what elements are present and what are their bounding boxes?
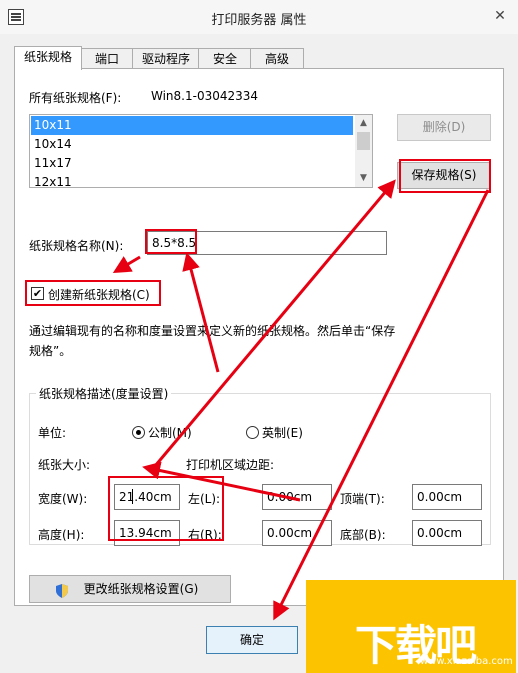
width-input[interactable]: 21.40cm bbox=[114, 484, 180, 510]
list-item[interactable]: 10x14 bbox=[31, 135, 353, 154]
create-new-checkbox[interactable]: ✔ bbox=[31, 287, 44, 300]
ok-button[interactable]: 确定 bbox=[206, 626, 298, 654]
width-label: 宽度(W): bbox=[38, 492, 88, 506]
measurements-group: 纸张规格描述(度量设置) 单位: 公制(M) 英制(E) 纸张大小: 打印机区域… bbox=[29, 385, 491, 546]
text-caret bbox=[132, 489, 133, 504]
bottom-margin-input[interactable]: 0.00cm bbox=[412, 520, 482, 546]
tab-forms[interactable]: 纸张规格 bbox=[14, 46, 82, 70]
measurements-group-label: 纸张规格描述(度量设置) bbox=[36, 385, 172, 402]
form-name-input[interactable]: 8.5*8.5 bbox=[147, 231, 387, 255]
tab-drivers[interactable]: 驱动程序 bbox=[132, 48, 200, 69]
units-label: 单位: bbox=[38, 426, 67, 440]
form-name-label: 纸张规格名称(N): bbox=[29, 239, 124, 253]
left-margin-input[interactable]: 0.00cm bbox=[262, 484, 332, 510]
top-margin-input[interactable]: 0.00cm bbox=[412, 484, 482, 510]
scroll-thumb[interactable] bbox=[357, 132, 370, 150]
tab-advanced[interactable]: 高级 bbox=[250, 48, 304, 69]
server-name: Win8.1-03042334 bbox=[151, 89, 259, 103]
change-form-settings-button[interactable]: 更改纸张规格设置(G) bbox=[29, 575, 231, 603]
watermark-url: www.xiazaiba.com bbox=[420, 656, 513, 667]
paper-size-label: 纸张大小: bbox=[38, 458, 91, 472]
height-input[interactable]: 13.94cm bbox=[114, 520, 180, 546]
save-form-button[interactable]: 保存规格(S) bbox=[397, 162, 491, 189]
forms-listbox[interactable]: 10x11 10x14 11x17 12x11 ▲ ▼ bbox=[29, 114, 373, 188]
height-label: 高度(H): bbox=[38, 528, 85, 542]
tab-ports[interactable]: 端口 bbox=[80, 48, 134, 69]
list-scrollbar[interactable]: ▲ ▼ bbox=[355, 115, 372, 187]
printer-margins-label: 打印机区域边距: bbox=[186, 458, 275, 472]
english-label: 英制(E) bbox=[262, 426, 303, 440]
right-margin-label: 右(R): bbox=[188, 528, 222, 542]
forms-tab-panel: 所有纸张规格(F): Win8.1-03042334 10x11 10x14 1… bbox=[14, 68, 504, 606]
english-radio[interactable] bbox=[246, 426, 259, 439]
metric-label: 公制(M) bbox=[148, 426, 192, 440]
scroll-down-icon[interactable]: ▼ bbox=[355, 170, 372, 187]
change-form-settings-label: 更改纸张规格设置(G) bbox=[83, 582, 199, 596]
tab-security[interactable]: 安全 bbox=[198, 48, 252, 69]
bottom-margin-label: 底部(B): bbox=[340, 528, 386, 542]
list-item[interactable]: 11x17 bbox=[31, 154, 353, 173]
metric-radio[interactable] bbox=[132, 426, 145, 439]
print-server-properties-window: 打印服务器 属性 ✕ 纸张规格 端口 驱动程序 安全 高级 所有纸张规格(F):… bbox=[0, 0, 518, 673]
scroll-up-icon[interactable]: ▲ bbox=[355, 115, 372, 132]
window-title: 打印服务器 属性 bbox=[211, 13, 307, 28]
title-bar: 打印服务器 属性 ✕ bbox=[0, 0, 518, 34]
delete-button[interactable]: 删除(D) bbox=[397, 114, 491, 141]
all-forms-label: 所有纸张规格(F): bbox=[29, 91, 122, 105]
uac-shield-icon bbox=[56, 584, 68, 598]
right-margin-input[interactable]: 0.00cm bbox=[262, 520, 332, 546]
list-item[interactable]: 10x11 bbox=[31, 116, 353, 135]
close-icon[interactable]: ✕ bbox=[490, 7, 510, 25]
list-item[interactable]: 12x11 bbox=[31, 173, 353, 187]
form-description: 通过编辑现有的名称和度量设置来定义新的纸张规格。然后单击“保存规格”。 bbox=[29, 324, 396, 358]
top-margin-label: 顶端(T): bbox=[340, 492, 385, 506]
left-margin-label: 左(L): bbox=[188, 492, 221, 506]
create-new-label: 创建新纸张规格(C) bbox=[48, 288, 150, 302]
